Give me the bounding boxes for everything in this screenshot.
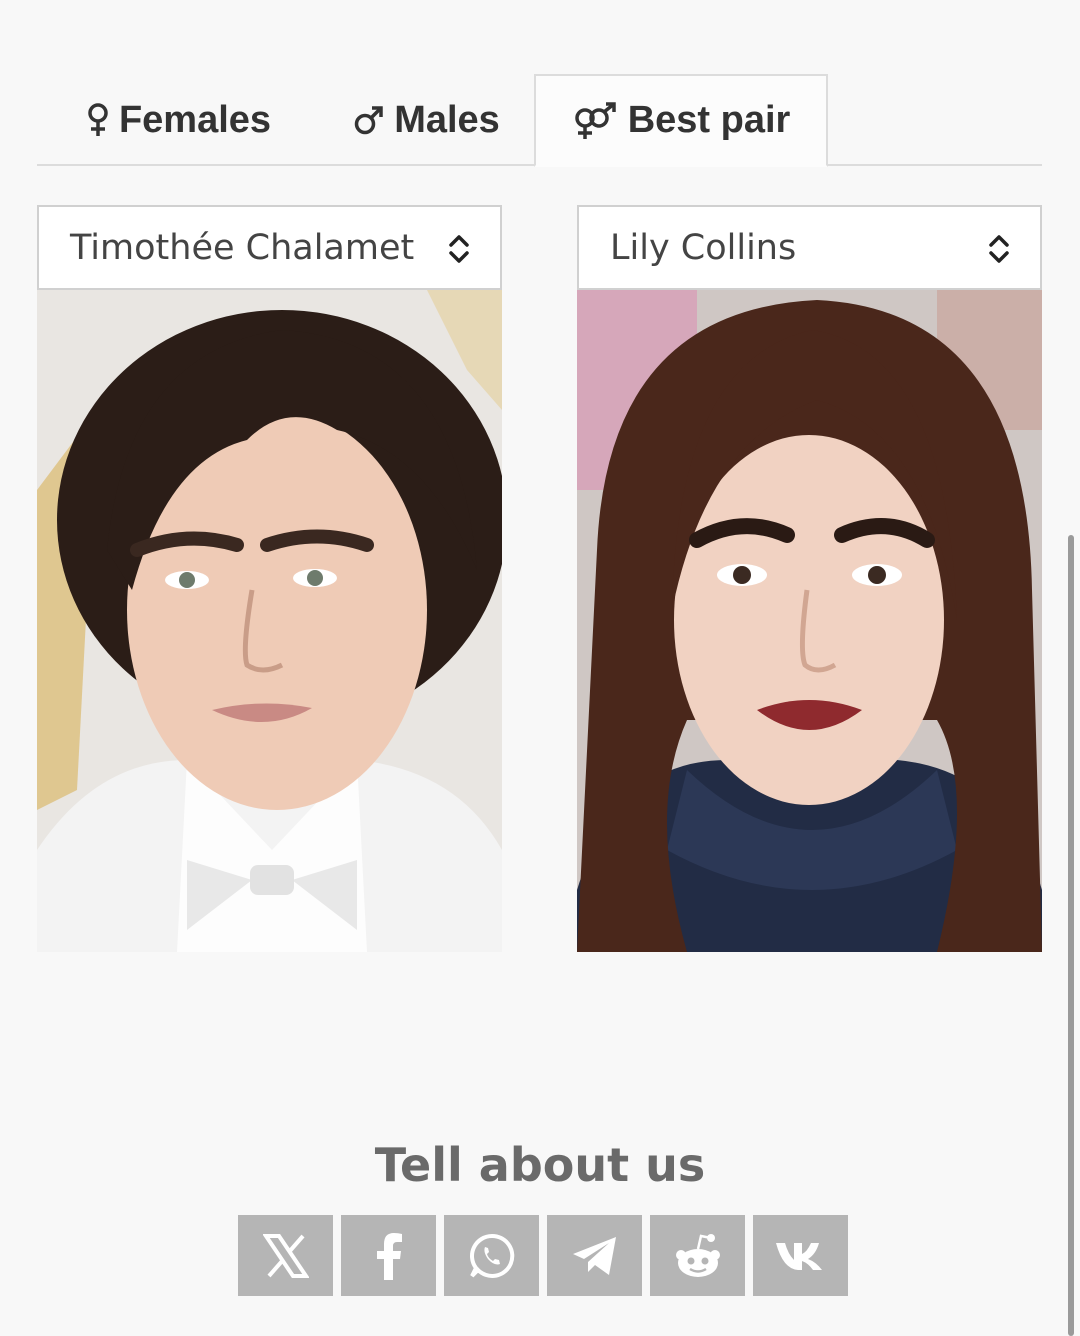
chevron-up-down-icon [449, 235, 469, 263]
facebook-share-button[interactable] [341, 1215, 436, 1296]
tab-label: Females [118, 98, 272, 141]
right-person-photo [577, 290, 1042, 952]
telegram-icon [572, 1236, 616, 1275]
tab-males[interactable]: Males [327, 74, 527, 166]
select-value: Lily Collins [610, 227, 797, 268]
left-person-photo [37, 290, 502, 952]
share-buttons [238, 1215, 848, 1296]
tab-label: Best pair [627, 99, 791, 141]
vk-share-button[interactable] [753, 1215, 848, 1296]
left-person-select[interactable]: Timothée Chalamet [37, 205, 502, 290]
x-icon [262, 1233, 309, 1278]
whatsapp-share-button[interactable] [444, 1215, 539, 1296]
telegram-share-button[interactable] [547, 1215, 642, 1296]
x-share-button[interactable] [238, 1215, 333, 1296]
gender-tabs: Females Males Best pair [37, 74, 1042, 167]
vk-icon [775, 1242, 822, 1270]
tab-best-pair[interactable]: Best pair [534, 74, 828, 167]
select-value: Timothée Chalamet [70, 227, 415, 268]
reddit-share-button[interactable] [650, 1215, 745, 1296]
tab-females[interactable]: Females [59, 74, 299, 166]
tab-label: Males [394, 98, 500, 141]
female-icon [87, 103, 109, 137]
couple-icon [572, 101, 618, 140]
right-person-select[interactable]: Lily Collins [577, 205, 1042, 290]
facebook-icon [376, 1232, 402, 1280]
male-icon [354, 105, 384, 135]
scrollbar[interactable] [1068, 535, 1074, 1336]
share-title: Tell about us [374, 1138, 706, 1192]
whatsapp-icon [469, 1233, 514, 1278]
chevron-up-down-icon [989, 235, 1009, 263]
reddit-icon [675, 1233, 720, 1277]
